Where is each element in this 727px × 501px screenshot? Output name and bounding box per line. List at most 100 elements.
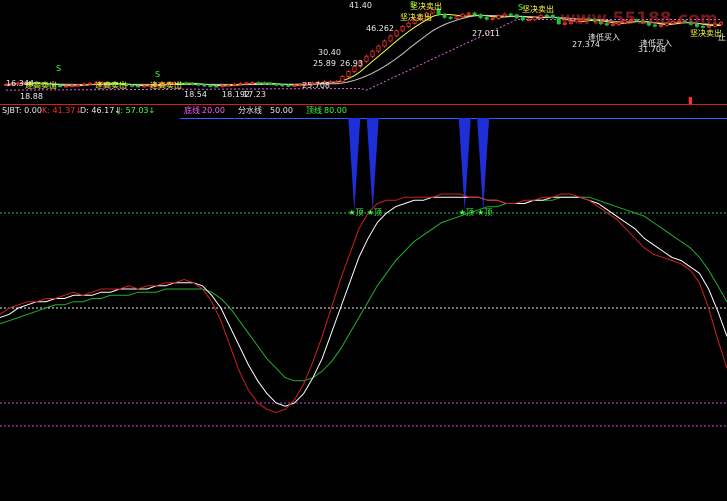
candle: [346, 70, 351, 78]
candle-body: [244, 82, 249, 85]
candle: [340, 75, 345, 84]
candle-body: [490, 17, 495, 20]
candle-body: [262, 82, 267, 85]
signal-label: 坚决卖出: [400, 12, 432, 22]
candle-body: [466, 12, 471, 15]
candle-body: [538, 14, 543, 18]
signal-label: 逢低买入: [640, 38, 672, 48]
candle-body: [460, 13, 465, 18]
candle: [394, 29, 399, 38]
candle-body: [208, 85, 213, 88]
kdj-header: SJBT: 0.00 K: 41.37↓D: 46.17↓J: 57.03↓: [2, 106, 155, 115]
signal-label: 逢高卖出: [150, 80, 182, 90]
candle-body: [406, 22, 411, 27]
stock-chart: 41.4046.26227.01127.37431.70830.4025.89 2…: [0, 0, 727, 427]
candle-body: [532, 17, 537, 21]
price-label: 26.93: [340, 59, 363, 68]
candle-body: [334, 81, 339, 84]
candle: [400, 25, 405, 33]
signal-label: 止: [718, 32, 726, 42]
candle-body: [292, 84, 297, 87]
candle-body: [58, 85, 63, 88]
candle-body: [448, 16, 453, 19]
kdj-header-item: D: 46.17↓: [80, 106, 121, 115]
candle-body: [82, 83, 87, 86]
candle-body: [514, 14, 519, 19]
signal-label: 坚决卖出: [522, 4, 554, 14]
price-label: 25.708: [302, 81, 330, 90]
signal-label: 逢高卖出: [95, 80, 127, 90]
candle-body: [502, 13, 507, 17]
candle-body: [136, 85, 141, 88]
level-legend-name: 底线: [184, 105, 200, 115]
candle-body: [226, 84, 231, 87]
candle-body: [376, 45, 381, 52]
candle-body: [70, 85, 75, 88]
candle-body: [394, 30, 399, 37]
price-label: 17.23: [243, 90, 266, 99]
candle-body: [340, 76, 345, 83]
signal-label: 逢高卖出: [25, 80, 57, 90]
candle-body: [550, 14, 555, 19]
level-lines: [0, 212, 727, 427]
candle-body: [382, 40, 387, 47]
watermark: www.55188.com: [560, 9, 718, 29]
top-marker: ★顶: [348, 208, 363, 217]
s-marker: S: [518, 3, 523, 12]
candle: [364, 54, 369, 63]
price-label: 27.011: [472, 29, 500, 38]
candle-body: [364, 55, 369, 62]
candle-body: [76, 84, 81, 87]
candle-body: [442, 14, 447, 18]
candle: [376, 44, 381, 53]
candle-body: [250, 82, 255, 85]
candle-body: [478, 14, 483, 18]
level-legend-value: 50.00: [270, 106, 293, 115]
price-label: 30.40: [318, 48, 341, 57]
top-marker: ★顶: [367, 208, 382, 217]
candle-body: [508, 13, 513, 16]
series-k-line: [0, 193, 727, 414]
s-marker: S: [56, 64, 61, 73]
candle-body: [238, 83, 243, 85]
candle-body: [286, 84, 291, 87]
kdj-header-item: J: 57.03↓: [117, 106, 155, 115]
candle-body: [484, 17, 489, 20]
level-legend-name: 顶线: [306, 105, 322, 115]
candle-body: [184, 82, 189, 85]
signal-spike: [348, 118, 361, 211]
candle-body: [472, 12, 477, 16]
candle-body: [346, 71, 351, 77]
level-legend-value: 20.00: [202, 106, 225, 115]
series-d-line: [0, 196, 727, 407]
candle-body: [526, 19, 531, 22]
price-panel: 41.4046.26227.01127.37431.70830.4025.89 2…: [0, 0, 727, 104]
candle-body: [88, 82, 93, 85]
separator-marker: ▮: [688, 96, 693, 106]
price-label: 25.89: [313, 59, 336, 68]
candle-body: [214, 85, 219, 88]
s-marker: S: [410, 0, 415, 9]
candle: [388, 34, 393, 43]
candle-body: [268, 83, 273, 85]
candle-body: [274, 83, 279, 86]
candle-body: [388, 35, 393, 42]
candle-body: [370, 50, 375, 57]
candle-body: [190, 82, 195, 85]
kdj-header-item: K: 41.37↓: [42, 106, 82, 115]
kdj-lines: [0, 193, 727, 414]
kdj-header-item: SJBT: 0.00: [2, 106, 42, 115]
level-legend-value: 80.00: [324, 106, 347, 115]
candle-body: [454, 16, 459, 19]
candle-body: [280, 84, 285, 87]
price-label: 46.262: [366, 24, 394, 33]
top-marker: ★顶: [459, 208, 474, 217]
candle-body: [64, 85, 69, 88]
indicator-panel: SJBT: 0.00 K: 41.37↓D: 46.17↓J: 57.03↓ 底线…: [0, 105, 727, 427]
candle: [370, 49, 375, 58]
price-label: 18.54: [184, 90, 207, 99]
levels-legend: 底线 20.00 分水线 50.00 顶线 80.00: [184, 105, 347, 115]
candle-body: [256, 82, 261, 85]
candle-body: [400, 26, 405, 32]
top-marker: ★顶: [477, 208, 492, 217]
